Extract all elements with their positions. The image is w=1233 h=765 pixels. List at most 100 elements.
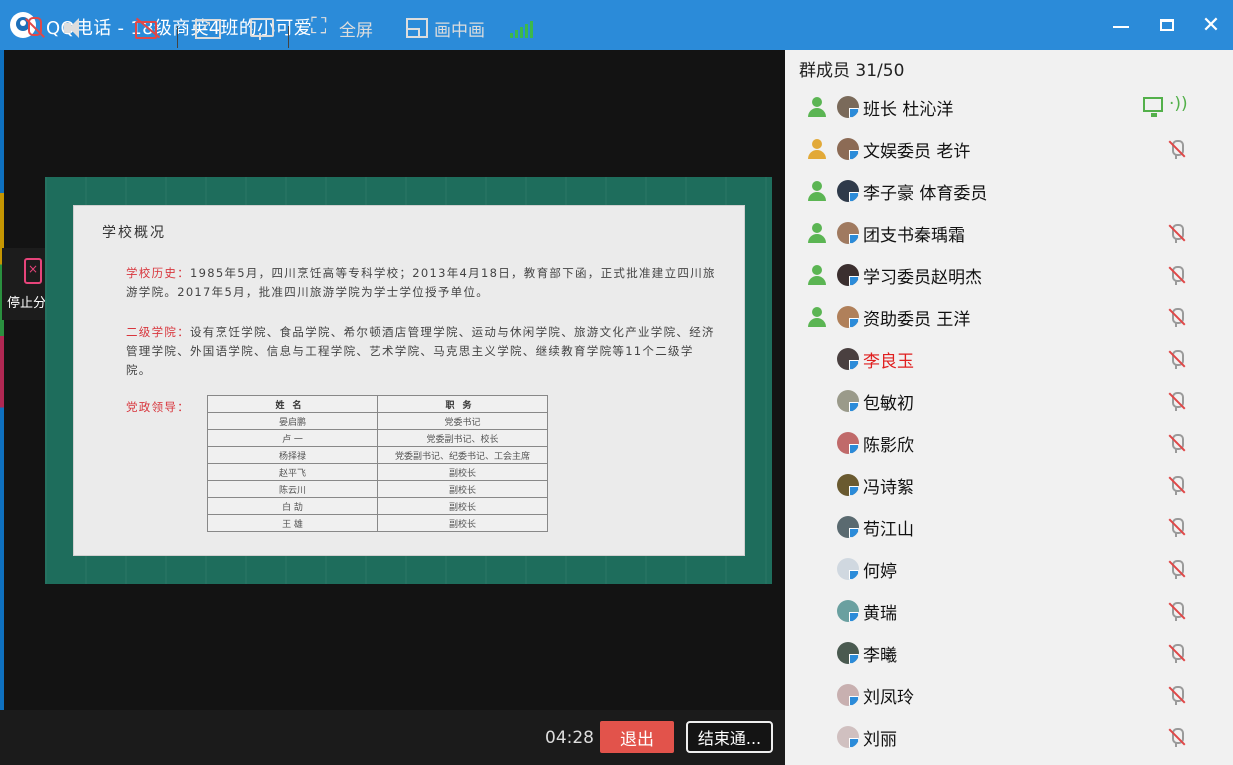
mic-stem xyxy=(1175,491,1177,495)
member-row[interactable]: 文娱委员 老许 xyxy=(785,128,1233,170)
close-icon: ✕ xyxy=(1201,12,1221,38)
signal-bar xyxy=(525,24,528,38)
avatar xyxy=(837,516,859,538)
leader-position: 副校长 xyxy=(377,514,548,532)
title-bar[interactable]: QQ电话 - 18级商英4班的小可爱 ✕ xyxy=(0,0,1233,50)
history-label: 学校历史： xyxy=(126,266,190,280)
call-duration: 04:28 xyxy=(545,728,594,748)
avatar xyxy=(837,180,859,202)
camera-toggle[interactable] xyxy=(134,14,160,42)
presentation-icon xyxy=(248,15,274,41)
signal-bar xyxy=(510,33,513,38)
microphone-toggle[interactable] xyxy=(20,14,46,42)
mic-stem xyxy=(1175,365,1177,369)
mic-muted-icon xyxy=(1167,602,1187,622)
member-row[interactable]: 团支书秦瑀霜 xyxy=(785,212,1233,254)
member-role-icon xyxy=(807,97,827,117)
mic-stem xyxy=(1175,617,1177,621)
mic-stem xyxy=(1175,743,1177,747)
mic-stem xyxy=(1175,449,1177,453)
speaker-button[interactable] xyxy=(62,14,88,42)
mic-muted-icon xyxy=(1167,308,1187,328)
avatar xyxy=(837,600,859,622)
member-count-header: 群成员 31/50 xyxy=(799,61,905,81)
leader-name: 卢 一 xyxy=(207,429,378,447)
presentation-button[interactable] xyxy=(248,14,274,42)
mic-stem xyxy=(1175,407,1177,411)
member-row[interactable]: 李子豪 体育委员 xyxy=(785,170,1233,212)
member-name: 苟江山 xyxy=(863,520,914,540)
close-button[interactable]: ✕ xyxy=(1196,10,1226,40)
member-row[interactable]: 刘凤玲 xyxy=(785,674,1233,716)
picture-in-picture-button[interactable]: 画中画 xyxy=(406,14,485,42)
leader-position: 党委书记 xyxy=(377,412,548,430)
member-role-icon xyxy=(807,139,827,159)
exit-button[interactable]: 退出 xyxy=(600,721,674,753)
mic-stem xyxy=(1175,323,1177,327)
member-panel[interactable]: 群成员 31/50 班长 杜沁洋 ·)) 文娱委员 老许李子豪 体育委员 团支书秦瑀霜… xyxy=(785,50,1233,765)
member-row[interactable]: 冯诗絮 xyxy=(785,464,1233,506)
member-row[interactable]: 李曦 xyxy=(785,632,1233,674)
fullscreen-button[interactable]: 全屏 xyxy=(311,14,373,42)
stop-share-icon xyxy=(24,258,42,284)
member-row[interactable]: 苟江山 xyxy=(785,506,1233,548)
leader-name: 白 劼 xyxy=(207,497,378,515)
member-role-icon xyxy=(807,307,827,327)
history-text: 1985年5月，四川烹饪高等专科学校；2013年4月18日，教育部下函，正式批准… xyxy=(126,266,716,299)
mic-stem xyxy=(1175,281,1177,285)
mic-muted-icon xyxy=(1167,266,1187,286)
member-row[interactable]: 黄瑞 xyxy=(785,590,1233,632)
table-row: 赵平飞 副校长 xyxy=(207,463,548,481)
camera-off-icon xyxy=(134,15,160,41)
avatar xyxy=(837,726,859,748)
history-paragraph: 学校历史：1985年5月，四川烹饪高等专科学校；2013年4月18日，教育部下函… xyxy=(126,264,716,302)
avatar xyxy=(837,558,859,580)
maximize-button[interactable] xyxy=(1152,10,1182,40)
member-name: 学习委员赵明杰 xyxy=(863,268,982,288)
leaders-label: 党政领导： xyxy=(126,400,190,414)
screen-share-icon xyxy=(194,15,221,41)
minimize-button[interactable] xyxy=(1106,10,1136,40)
colleges-label: 二级学院： xyxy=(126,325,190,339)
member-row[interactable]: 班长 杜沁洋 ·)) xyxy=(785,86,1233,128)
avatar xyxy=(837,96,859,118)
member-row[interactable]: 何婷 xyxy=(785,548,1233,590)
member-row[interactable]: 刘丽 xyxy=(785,716,1233,758)
fullscreen-icon xyxy=(311,14,333,39)
member-name: 李良玉 xyxy=(863,352,914,372)
mic-muted-icon xyxy=(1167,224,1187,244)
member-name: 包敏初 xyxy=(863,394,914,414)
mic-muted-icon xyxy=(1167,350,1187,370)
avatar xyxy=(837,264,859,286)
mic-stem xyxy=(1175,701,1177,705)
leader-position: 党委副书记、纪委书记、工会主席 xyxy=(377,446,548,464)
sharing-status: ·)) xyxy=(1143,94,1189,118)
member-name: 刘凤玲 xyxy=(863,688,914,708)
avatar xyxy=(837,390,859,412)
table-header-row: 姓名 职务 xyxy=(207,395,548,413)
maximize-icon xyxy=(1160,19,1174,31)
end-call-button[interactable]: 结束通... xyxy=(686,721,773,753)
member-name: 李曦 xyxy=(863,646,897,666)
avatar xyxy=(837,432,859,454)
member-name: 陈影欣 xyxy=(863,436,914,456)
mic-muted-icon xyxy=(1167,518,1187,538)
speaking-icon: ·)) xyxy=(1169,94,1188,114)
table-row: 陈云川 副校长 xyxy=(207,480,548,498)
member-row[interactable]: 陈影欣 xyxy=(785,422,1233,464)
table-row: 杨择禄 党委副书记、纪委书记、工会主席 xyxy=(207,446,548,464)
member-row[interactable]: 资助委员 王洋 xyxy=(785,296,1233,338)
avatar xyxy=(837,642,859,664)
screen-share-button[interactable] xyxy=(194,14,221,42)
leader-name: 晏启鹏 xyxy=(207,412,378,430)
avatar xyxy=(837,348,859,370)
leader-position: 副校长 xyxy=(377,463,548,481)
mic-stem xyxy=(1175,155,1177,159)
member-row[interactable]: 学习委员赵明杰 xyxy=(785,254,1233,296)
member-row[interactable]: 包敏初 xyxy=(785,380,1233,422)
avatar xyxy=(837,306,859,328)
signal-strength-icon xyxy=(510,20,535,38)
member-name: 文娱委员 老许 xyxy=(863,142,971,162)
member-row[interactable]: 李良玉 xyxy=(785,338,1233,380)
leader-name: 王 雄 xyxy=(207,514,378,532)
